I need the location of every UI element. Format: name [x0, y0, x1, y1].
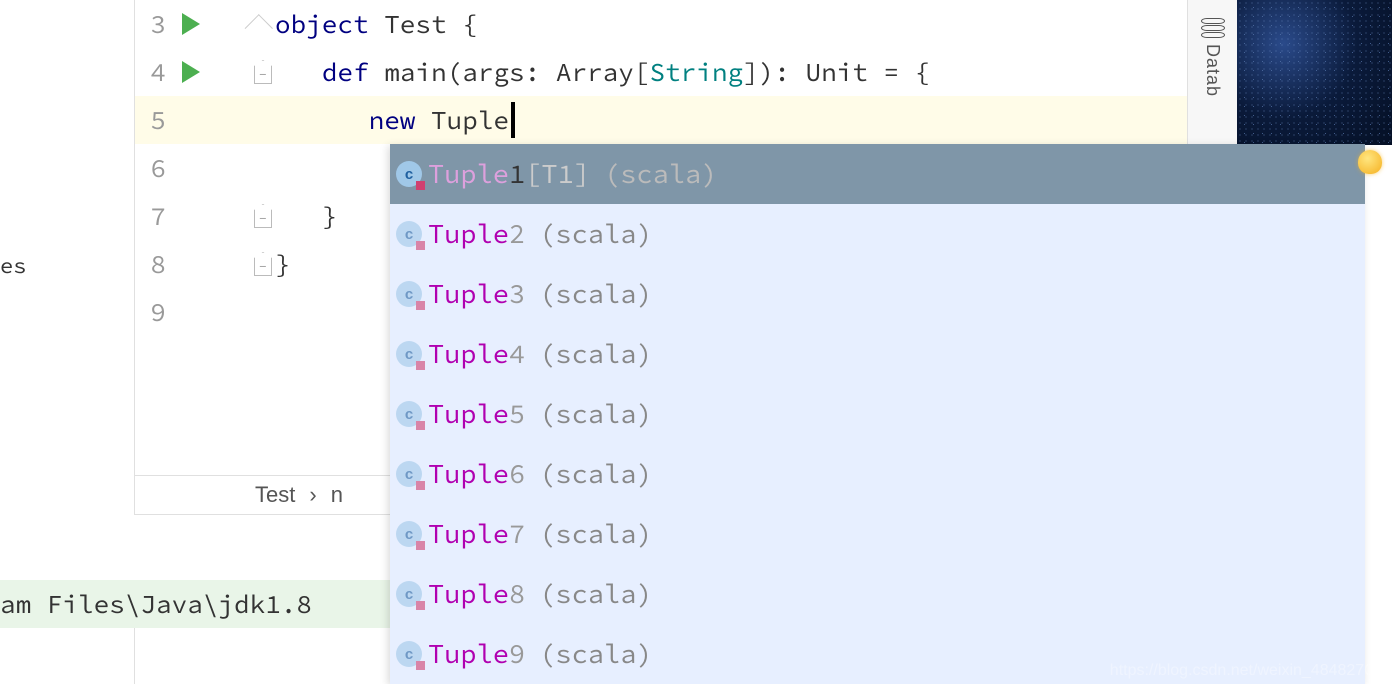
run-icon[interactable]	[182, 61, 200, 83]
completion-name: Tuple1[T1]	[428, 157, 590, 191]
database-tool-label[interactable]: Datab	[1202, 44, 1223, 97]
class-icon: c	[396, 281, 422, 307]
identifier: Tuple	[415, 104, 509, 137]
paren: (args: Array[	[447, 56, 650, 89]
class-icon: c	[396, 641, 422, 667]
completion-package: (scala)	[539, 337, 652, 371]
line-number: 7	[135, 200, 170, 233]
preview-thumbnail	[1237, 0, 1392, 145]
autocomplete-item[interactable]: cTuple8 (scala)	[390, 564, 1365, 624]
brace: }	[275, 248, 291, 281]
gutter-row[interactable]: 5	[135, 96, 275, 144]
completion-name: Tuple6	[428, 457, 525, 491]
completion-package: (scala)	[539, 457, 652, 491]
type: String	[649, 56, 743, 89]
brace: }	[322, 200, 338, 233]
line-number: 6	[135, 152, 170, 185]
breadcrumb-item[interactable]: Test	[255, 482, 295, 508]
paren: ]): Unit = {	[743, 56, 930, 89]
keyword: def	[322, 56, 369, 89]
fold-toggle-icon[interactable]: −	[254, 252, 272, 276]
gutter-row[interactable]: 9	[135, 288, 275, 336]
code-line-active[interactable]: new Tuple	[275, 96, 1187, 144]
class-icon: c	[396, 461, 422, 487]
gutter-row[interactable]: 3	[135, 0, 275, 48]
fold-toggle-icon[interactable]: −	[254, 204, 272, 228]
right-tool-stripe: Datab	[1187, 0, 1237, 145]
breadcrumb-item[interactable]: n	[331, 482, 343, 508]
keyword: new	[369, 104, 416, 137]
gutter-row[interactable]: 4 −	[135, 48, 275, 96]
completion-package: (scala)	[539, 637, 652, 671]
editor-gutter: 3 4 − 5 6 7 − 8 − 9	[135, 0, 275, 475]
line-number: 9	[135, 296, 170, 329]
autocomplete-item[interactable]: cTuple1[T1] (scala)	[390, 144, 1365, 204]
autocomplete-item[interactable]: cTuple2 (scala)	[390, 204, 1365, 264]
autocomplete-item[interactable]: cTuple4 (scala)	[390, 324, 1365, 384]
completion-name: Tuple5	[428, 397, 525, 431]
completion-name: Tuple4	[428, 337, 525, 371]
keyword: object	[275, 8, 369, 41]
completion-package: (scala)	[539, 577, 652, 611]
class-icon: c	[396, 521, 422, 547]
gutter-row[interactable]: 7 −	[135, 192, 275, 240]
completion-name: Tuple8	[428, 577, 525, 611]
completion-name: Tuple2	[428, 217, 525, 251]
class-icon: c	[396, 341, 422, 367]
completion-name: Tuple9	[428, 637, 525, 671]
line-number: 5	[135, 104, 170, 137]
fold-toggle-icon[interactable]	[245, 14, 273, 42]
line-number: 4	[135, 56, 170, 89]
autocomplete-item[interactable]: cTuple6 (scala)	[390, 444, 1365, 504]
panel-text-fragment: es	[0, 252, 26, 280]
autocomplete-item[interactable]: cTuple5 (scala)	[390, 384, 1365, 444]
completion-package: (scala)	[539, 217, 652, 251]
intention-bulb-icon[interactable]	[1358, 150, 1382, 174]
completion-package: (scala)	[539, 277, 652, 311]
class-icon: c	[396, 161, 422, 187]
database-icon[interactable]	[1201, 18, 1225, 40]
chevron-right-icon: ›	[309, 482, 316, 508]
fold-toggle-icon[interactable]: −	[254, 60, 272, 84]
watermark: https://blog.csdn.net/weixin_48482704	[1110, 662, 1382, 680]
autocomplete-item[interactable]: cTuple7 (scala)	[390, 504, 1365, 564]
class-icon: c	[396, 581, 422, 607]
line-number: 8	[135, 248, 170, 281]
identifier: main	[369, 56, 447, 89]
completion-name: Tuple3	[428, 277, 525, 311]
run-icon[interactable]	[182, 13, 200, 35]
code-line[interactable]: def main(args: Array[String]): Unit = {	[275, 48, 1187, 96]
autocomplete-popup[interactable]: cTuple1[T1](scala)cTuple2(scala)cTuple3(…	[390, 144, 1365, 684]
gutter-row[interactable]: 8 −	[135, 240, 275, 288]
completion-package: (scala)	[539, 397, 652, 431]
line-number: 3	[135, 8, 170, 41]
completion-package: (scala)	[539, 517, 652, 551]
text-cursor	[511, 102, 515, 138]
class-icon: c	[396, 401, 422, 427]
gutter-row[interactable]: 6	[135, 144, 275, 192]
class-icon: c	[396, 221, 422, 247]
autocomplete-item[interactable]: cTuple3 (scala)	[390, 264, 1365, 324]
brace: {	[462, 8, 478, 41]
run-console-output: am Files\Java\jdk1.8	[0, 580, 390, 628]
completion-package: (scala)	[604, 157, 717, 191]
completion-name: Tuple7	[428, 517, 525, 551]
code-line[interactable]: object Test {	[275, 0, 1187, 48]
identifier: Test	[369, 8, 463, 41]
